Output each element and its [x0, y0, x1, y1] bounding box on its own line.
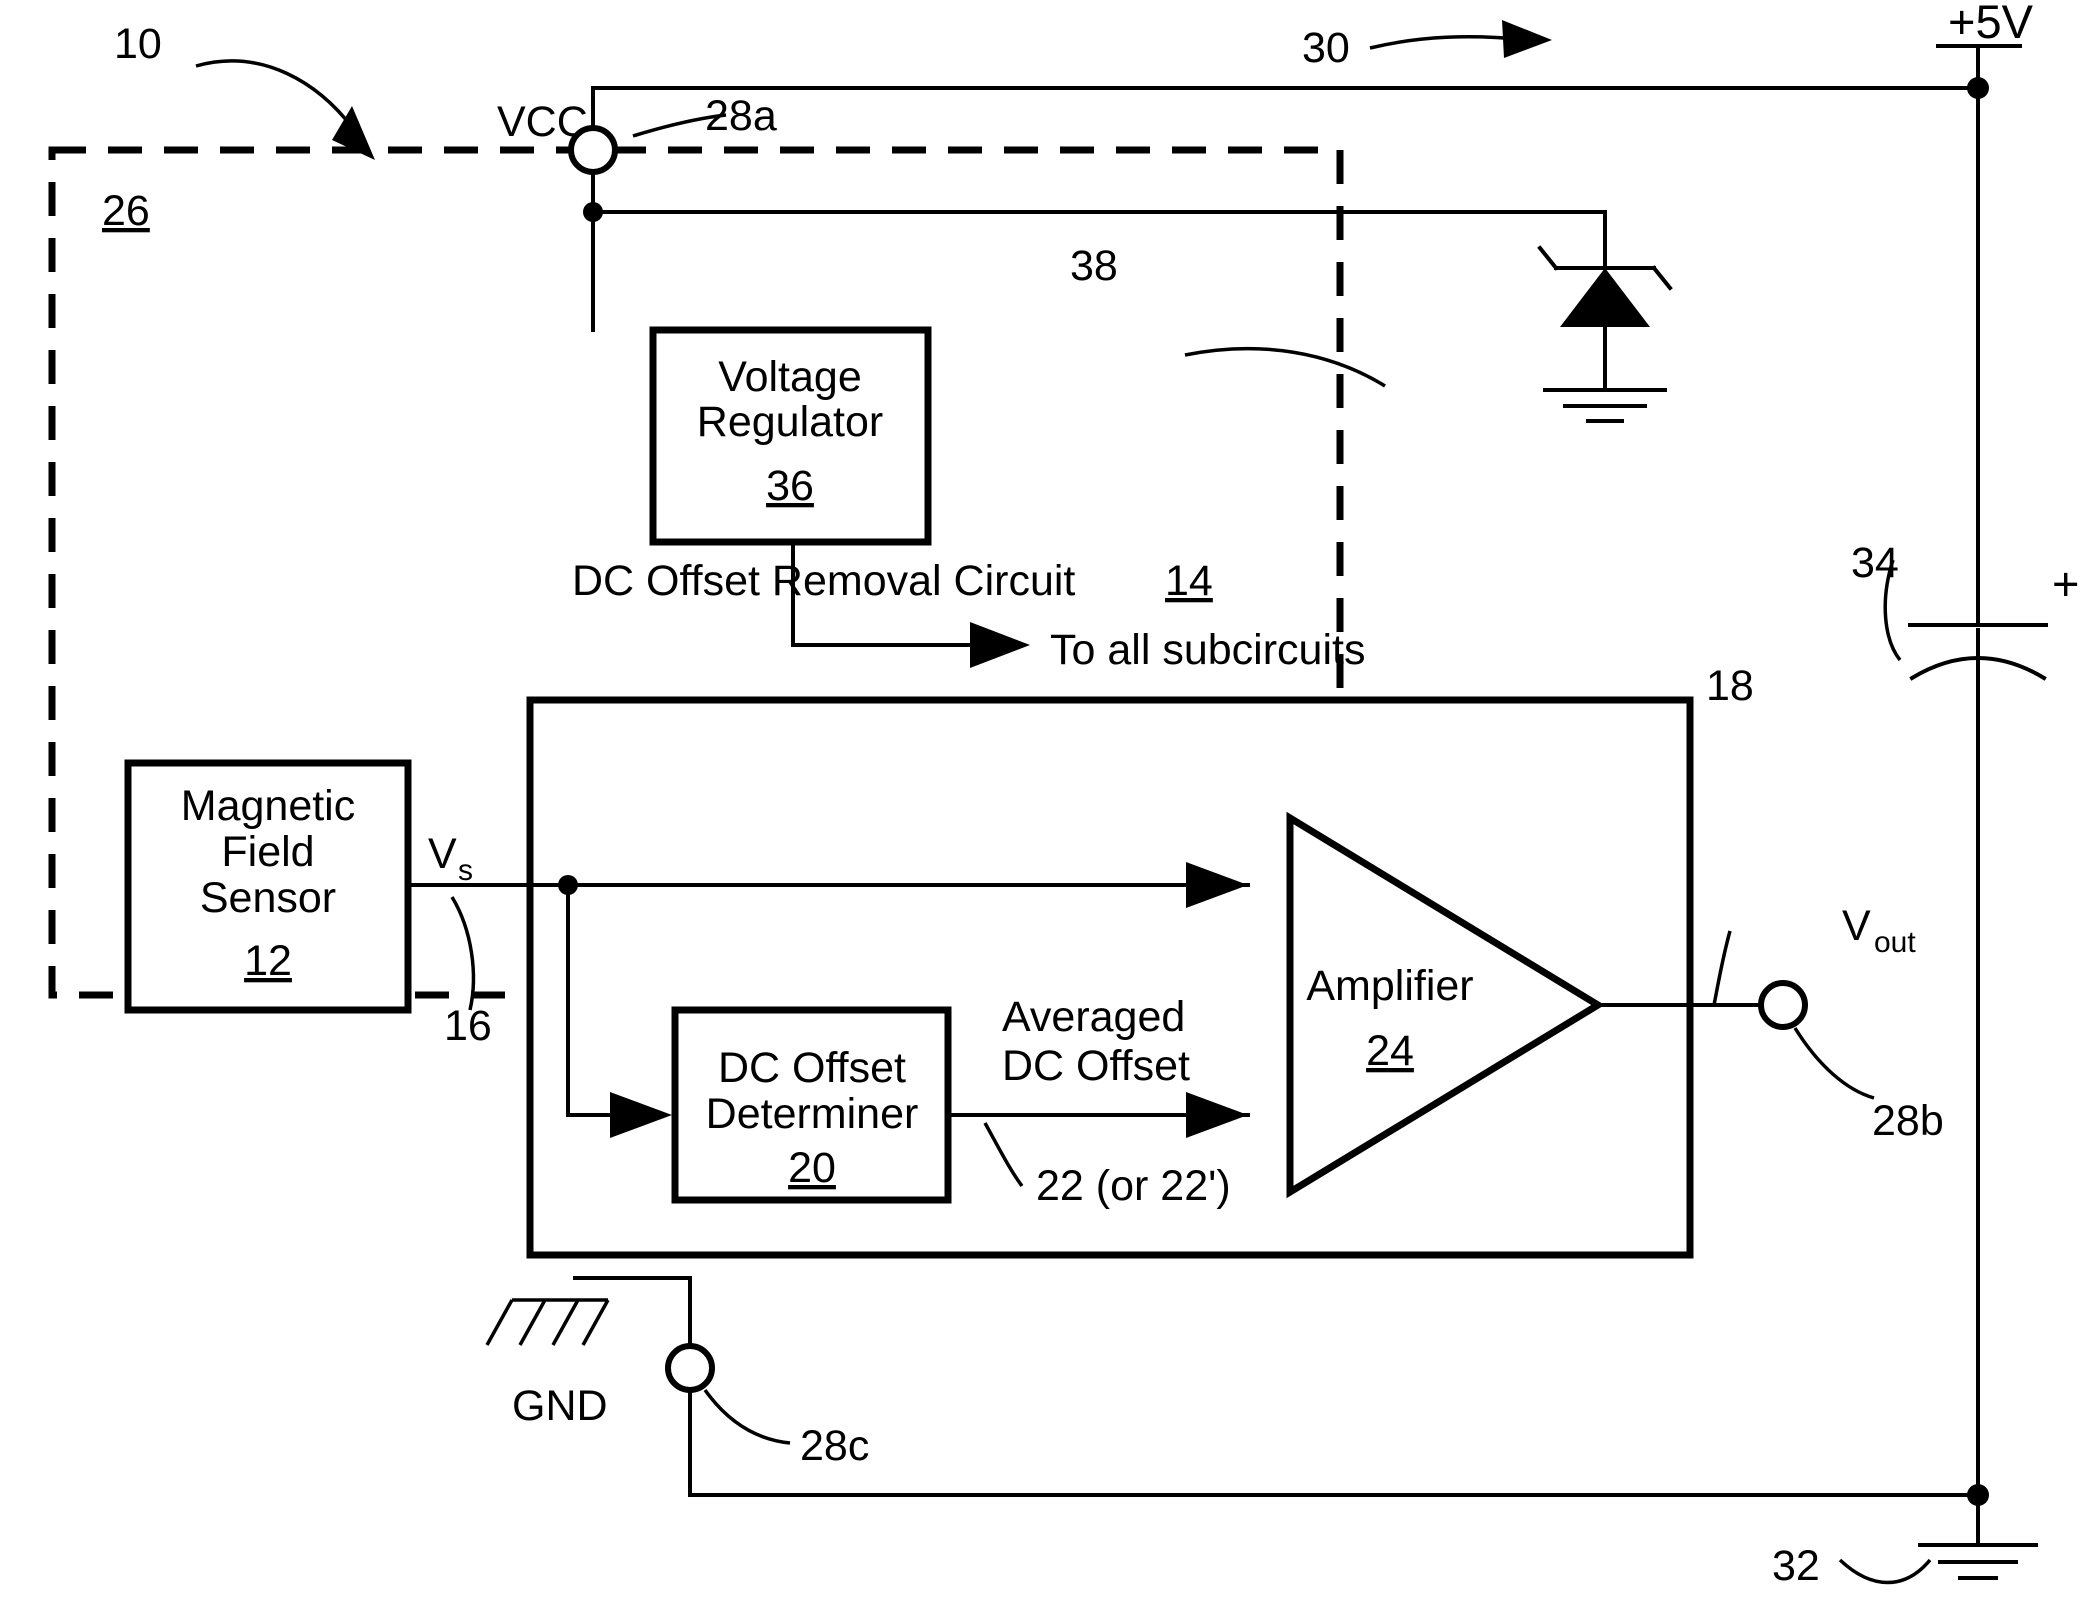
regulator-output-label: To all subcircuits	[1050, 626, 1365, 674]
averaged-dc-offset-line2: DC Offset	[1002, 1042, 1190, 1090]
magnetic-field-sensor-ref: 12	[244, 937, 292, 985]
sensor-output-sublabel: s	[458, 854, 473, 887]
chassis-ground-hatch-3	[551, 1299, 580, 1346]
earth-ground-ref-label: 32	[1772, 1542, 1820, 1590]
supply-rail-label: +5V	[1948, 0, 2034, 48]
zener-diode-body	[1560, 268, 1650, 327]
magnetic-field-sensor-line3: Sensor	[200, 874, 336, 922]
dc-offset-removal-circuit-title: DC Offset Removal Circuit	[572, 557, 1075, 605]
chassis-ground-hatch-2	[518, 1299, 547, 1346]
assembly-leader-line	[195, 59, 362, 139]
sensor-output-label: V	[428, 830, 457, 878]
voltage-regulator-title-line2: Regulator	[697, 398, 883, 446]
zener-cathode-tail-right	[1651, 265, 1673, 291]
zener-cathode-tail-left	[1537, 245, 1559, 271]
earth-ground-ref-leader	[1838, 1558, 1932, 1585]
averaged-dc-offset-ref: 22 (or 22')	[1036, 1162, 1231, 1210]
vout-net-ref-label: 18	[1706, 662, 1754, 710]
gnd-ref-leader	[703, 1388, 791, 1445]
capacitor-ref-label: 34	[1851, 539, 1899, 587]
gnd-to-chassis-wire	[573, 1276, 692, 1348]
voltage-regulator-title-line1: Voltage	[718, 353, 861, 401]
voltage-regulator-ref-label: 36	[766, 462, 814, 510]
zener-ref-leader	[1184, 346, 1386, 388]
averaged-dc-offset-line1: Averaged	[1002, 993, 1185, 1041]
vout-net-ref-leader	[1712, 930, 1732, 1006]
regulator-output-arrowhead	[970, 622, 1030, 668]
vout-ref-leader	[1793, 1027, 1875, 1100]
chassis-ground-hatch-1	[485, 1299, 514, 1346]
chassis-ground-hatch-4	[581, 1299, 610, 1346]
gnd-pin-label: GND	[512, 1382, 608, 1430]
vout-pin-node	[1758, 980, 1808, 1030]
zener-ref-label: 38	[1070, 242, 1118, 290]
vout-pin-sublabel: out	[1874, 926, 1916, 959]
magnetic-field-sensor-line2: Field	[221, 828, 314, 876]
assembly-ref-label: 10	[114, 20, 162, 68]
capacitor-polarity-label: +	[2052, 557, 2079, 610]
magnetic-field-sensor-line1: Magnetic	[181, 782, 355, 830]
vcc-pin-label: VCC	[497, 98, 588, 146]
amplifier-ref-label: 24	[1366, 1027, 1414, 1075]
supply-ref-arrowhead	[1502, 20, 1552, 58]
gnd-pin-ref-label: 28c	[800, 1422, 869, 1470]
dc-offset-determiner-line2: Determiner	[706, 1090, 919, 1138]
supply-rail-ref-label: 30	[1302, 24, 1350, 72]
vcc-pin-ref-label: 28a	[705, 92, 777, 140]
dc-offset-removal-circuit-ref: 14	[1165, 557, 1213, 605]
dc-offset-determiner-line1: DC Offset	[718, 1044, 906, 1092]
gnd-pin-node	[665, 1343, 715, 1393]
vout-pin-label: V	[1842, 902, 1871, 950]
sensor-output-ref-leader	[450, 896, 476, 1011]
gnd-return-wire	[688, 1388, 1980, 1497]
patent-figure: 10 26 30 +5V VCC 28a 38 Voltage Regulato…	[0, 0, 2099, 1611]
ic-boundary-ref-label: 26	[102, 187, 150, 235]
amplifier-label: Amplifier	[1306, 962, 1473, 1010]
dc-offset-determiner-ref: 20	[788, 1144, 836, 1192]
vout-pin-ref-label: 28b	[1872, 1097, 1944, 1145]
schematic-canvas: 10 26 30 +5V VCC 28a 38 Voltage Regulato…	[48, 0, 2079, 1590]
sensor-output-ref-label: 16	[444, 1002, 492, 1050]
